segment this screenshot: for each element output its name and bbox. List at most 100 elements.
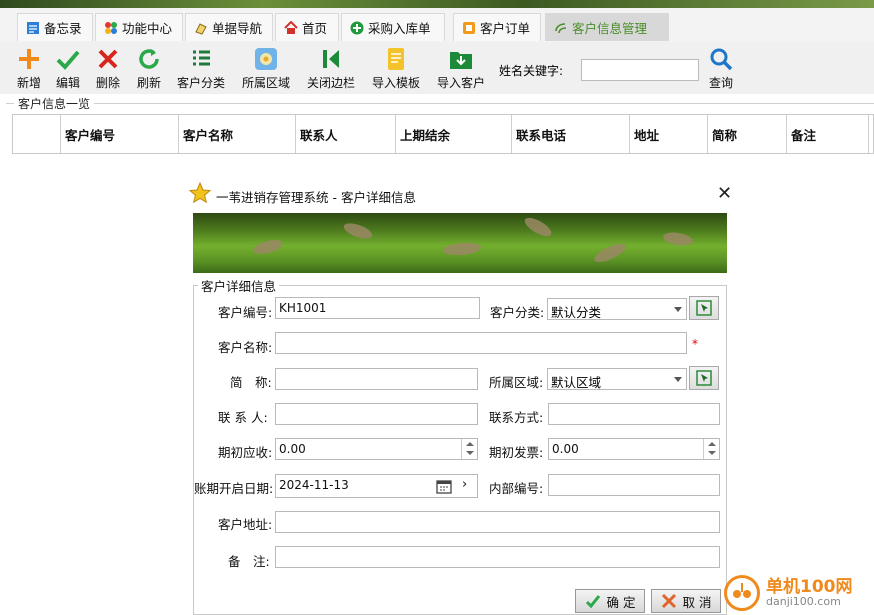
region-select[interactable]: 默认区域 bbox=[547, 368, 687, 390]
search-label: 查询 bbox=[709, 76, 734, 90]
spinner[interactable] bbox=[703, 439, 719, 459]
ok-button[interactable]: 确 定 bbox=[575, 589, 645, 613]
grid-header-cell[interactable]: 联系电话 bbox=[512, 115, 630, 153]
spin-up-icon bbox=[708, 442, 716, 446]
add-button[interactable]: 新增 bbox=[17, 46, 41, 91]
period-start-date-picker[interactable]: 2024-11-13 › bbox=[275, 474, 478, 498]
keyword-label: 姓名关键字: bbox=[499, 64, 564, 78]
grid-header-cell[interactable]: 简称 bbox=[708, 115, 787, 153]
fieldset-legend: 客户详细信息 bbox=[198, 276, 280, 295]
tab-label: 单据导航 bbox=[212, 21, 263, 36]
required-mark: * bbox=[692, 337, 698, 351]
tab-customer-info[interactable]: 客户信息管理 bbox=[545, 13, 669, 41]
customer-address-input[interactable] bbox=[275, 511, 720, 533]
customer-address-label: 客户地址: bbox=[218, 517, 273, 532]
section-title: 客户信息一览 bbox=[14, 95, 95, 112]
keyword-input[interactable] bbox=[581, 59, 699, 81]
remark-input[interactable] bbox=[275, 546, 720, 568]
invoice-value: 0.00 bbox=[552, 442, 579, 456]
cancel-icon bbox=[661, 593, 676, 609]
import-template-button[interactable]: 导入模板 bbox=[372, 46, 420, 91]
delete-button[interactable]: 删除 bbox=[96, 46, 120, 91]
calendar-icon[interactable] bbox=[436, 478, 452, 494]
short-name-input[interactable] bbox=[275, 368, 478, 390]
document-nav-icon bbox=[195, 22, 207, 35]
chevron-down-icon bbox=[674, 377, 682, 382]
region-picker-button[interactable] bbox=[689, 366, 719, 390]
search-button[interactable]: 查询 bbox=[709, 46, 733, 91]
import-customer-button[interactable]: 导入客户 bbox=[437, 46, 485, 91]
tab-home[interactable]: 首页 bbox=[275, 13, 339, 41]
import-template-label: 导入模板 bbox=[372, 76, 421, 90]
tab-label: 采购入库单 bbox=[368, 21, 431, 36]
tab-label: 首页 bbox=[302, 21, 328, 36]
contact-person-input[interactable] bbox=[275, 403, 478, 425]
plus-icon bbox=[19, 49, 39, 69]
opening-invoice-label: 期初发票: bbox=[489, 445, 544, 460]
customer-grid[interactable]: 客户编号 客户名称 联系人 上期结余 联系电话 地址 简称 备注 bbox=[12, 114, 874, 154]
opening-invoice-input[interactable]: 0.00 bbox=[548, 438, 720, 460]
region-icon bbox=[255, 48, 277, 70]
grid-header-cell[interactable]: 客户编号 bbox=[61, 115, 179, 153]
tab-document-nav[interactable]: 单据导航 bbox=[185, 13, 273, 41]
contact-method-input[interactable] bbox=[548, 403, 720, 425]
chevron-down-icon bbox=[674, 307, 682, 312]
folder-import-icon bbox=[450, 52, 472, 69]
contact-method-label: 联系方式: bbox=[489, 410, 544, 425]
internal-code-label: 内部编号: bbox=[489, 481, 544, 496]
watermark-url: danji100.com bbox=[766, 595, 841, 608]
home-icon bbox=[284, 20, 298, 34]
delete-x-icon bbox=[98, 49, 118, 69]
opening-receivable-input[interactable]: 0.00 bbox=[275, 438, 478, 460]
order-icon bbox=[463, 21, 475, 34]
grid-header-cell[interactable]: 地址 bbox=[630, 115, 708, 153]
picker-cursor-icon bbox=[696, 300, 712, 316]
grid-header-cell[interactable]: 联系人 bbox=[296, 115, 396, 153]
tab-customer-order[interactable]: 客户订单 bbox=[453, 13, 541, 41]
close-sidebar-button[interactable]: 关闭边栏 bbox=[307, 46, 355, 91]
period-start-date-label: 账期开启日期: bbox=[194, 481, 274, 496]
tab-function-center[interactable]: 功能中心 bbox=[95, 13, 183, 41]
tab-label: 功能中心 bbox=[122, 21, 173, 36]
spinner[interactable] bbox=[461, 439, 477, 459]
collapse-left-icon bbox=[323, 50, 339, 68]
star-icon bbox=[189, 182, 211, 204]
tab-memo[interactable]: 备忘录 bbox=[17, 13, 93, 41]
tab-label: 备忘录 bbox=[44, 21, 82, 36]
grid-header-cell[interactable]: 客户名称 bbox=[179, 115, 296, 153]
customer-code-label: 客户编号: bbox=[218, 305, 273, 320]
tab-purchase-in[interactable]: 采购入库单 bbox=[341, 13, 445, 41]
tab-label: 客户信息管理 bbox=[572, 21, 648, 36]
dialog-title: 一苇进销存管理系统 - 客户详细信息 bbox=[216, 190, 416, 205]
edit-button[interactable]: 编辑 bbox=[56, 46, 80, 91]
delete-label: 删除 bbox=[96, 76, 121, 90]
grid-header-cell[interactable]: 备注 bbox=[787, 115, 869, 153]
customer-name-input[interactable] bbox=[275, 332, 687, 354]
customer-info-icon bbox=[555, 22, 567, 33]
category-picker-button[interactable] bbox=[689, 296, 719, 320]
customer-code-input[interactable]: KH1001 bbox=[275, 297, 480, 319]
grid-header-cell[interactable]: 上期结余 bbox=[396, 115, 512, 153]
list-icon bbox=[193, 50, 210, 66]
customer-category-button[interactable]: 客户分类 bbox=[177, 46, 225, 91]
customer-category-label: 客户分类: bbox=[490, 305, 545, 320]
edit-label: 编辑 bbox=[56, 76, 81, 90]
grass-banner bbox=[193, 213, 727, 273]
cancel-button[interactable]: 取 消 bbox=[651, 589, 721, 613]
refresh-label: 刷新 bbox=[137, 76, 162, 90]
chevron-right-icon[interactable]: › bbox=[462, 477, 467, 492]
refresh-button[interactable]: 刷新 bbox=[137, 46, 161, 91]
danji100-watermark: 单机100网 danji100.com bbox=[724, 575, 853, 611]
import-customer-label: 导入客户 bbox=[437, 76, 486, 90]
memo-icon bbox=[27, 21, 39, 34]
customer-category-select[interactable]: 默认分类 bbox=[547, 298, 687, 320]
refresh-icon bbox=[139, 49, 159, 69]
category-label: 客户分类 bbox=[177, 76, 226, 90]
region-button[interactable]: 所属区域 bbox=[242, 46, 290, 91]
close-sidebar-label: 关闭边栏 bbox=[307, 76, 356, 90]
grid-row-header bbox=[13, 115, 61, 153]
watermark-logo-icon bbox=[724, 575, 760, 611]
internal-code-input[interactable] bbox=[548, 474, 720, 496]
close-icon[interactable]: ✕ bbox=[717, 183, 732, 204]
remark-label: 备 注: bbox=[228, 554, 270, 569]
